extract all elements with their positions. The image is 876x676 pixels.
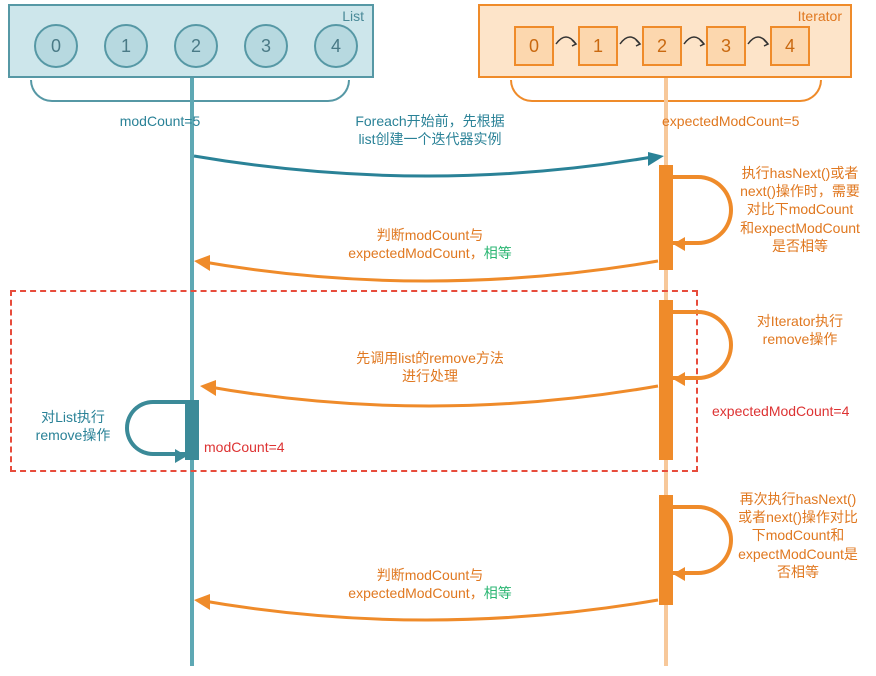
list-node: 3 [244,24,288,68]
participant-iterator-label: Iterator [798,8,842,24]
sequence-diagram: List 0 1 2 3 4 Iterator 0 1 2 3 4 modCou… [0,0,876,676]
expectedmodcount-label: expectedModCount=4 [712,402,876,420]
text-line: list创建一个迭代器实例 [358,131,501,147]
message-arrow [192,150,666,186]
message-arrow [192,255,662,291]
text-line: next()操作时，需要 [740,183,860,199]
iterator-node: 3 [706,26,746,66]
text-line: Foreach开始前，先根据 [355,113,504,129]
list-node: 1 [104,24,148,68]
modcount-label: modCount=5 [60,112,260,130]
list-nodes: 0 1 2 3 4 [34,24,358,68]
arrowhead-icon [673,567,685,581]
modcount-label: modCount=4 [204,438,324,456]
note-label: 执行hasNext()或者 next()操作时，需要 对比下modCount 和… [730,164,870,255]
message-arrow [198,380,662,416]
participant-iterator: Iterator 0 1 2 3 4 [478,4,852,78]
message-label: Foreach开始前，先根据 list创建一个迭代器实例 [300,112,560,148]
list-node: 4 [314,24,358,68]
link-arrow-icon [618,32,642,48]
iterator-node: 1 [578,26,618,66]
iterator-node: 4 [770,26,810,66]
text-line: 先调用list的remove方法 [356,350,504,366]
self-loop-icon [673,175,733,245]
text-line: 是否相等 [772,238,828,254]
arrowhead-icon [673,237,685,251]
text-line: remove操作 [36,427,111,443]
message-arrow [192,594,662,630]
participant-list-label: List [342,8,364,24]
text-line: 执行hasNext()或者 [742,165,859,181]
note-label: 对List执行 remove操作 [18,408,128,444]
arrowhead-icon [175,449,187,463]
activation-iterator [659,495,673,605]
arrowhead-icon [673,372,685,386]
link-arrow-icon [682,32,706,48]
expectedmodcount-label: expectedModCount=5 [662,112,862,130]
text-line: 否相等 [777,564,819,580]
text-line: remove操作 [763,331,838,347]
list-node: 0 [34,24,78,68]
note-label: 对Iterator执行 remove操作 [730,312,870,348]
activation-list [185,400,199,460]
text-line: 对Iterator执行 [757,313,843,329]
text-line: 对比下modCount [747,201,854,217]
participant-list: List 0 1 2 3 4 [8,4,374,78]
list-node: 2 [174,24,218,68]
text-line: 判断modCount与 [377,227,484,243]
text-line: 和expectModCount [740,220,860,236]
text-line: 或者next()操作对比 [738,509,858,525]
iterator-node: 0 [514,26,554,66]
text-line: 再次执行hasNext() [740,491,857,507]
text-line: 对List执行 [41,409,105,425]
self-loop-icon [125,400,185,456]
self-loop-icon [673,310,733,380]
note-label: 再次执行hasNext() 或者next()操作对比 下modCount和 ex… [723,490,873,581]
link-arrow-icon [746,32,770,48]
iterator-node: 2 [642,26,682,66]
text-line: expectModCount是 [738,546,858,562]
link-arrow-icon [554,32,578,48]
text-line: 判断modCount与 [377,567,484,583]
text-line: 下modCount和 [752,527,845,543]
